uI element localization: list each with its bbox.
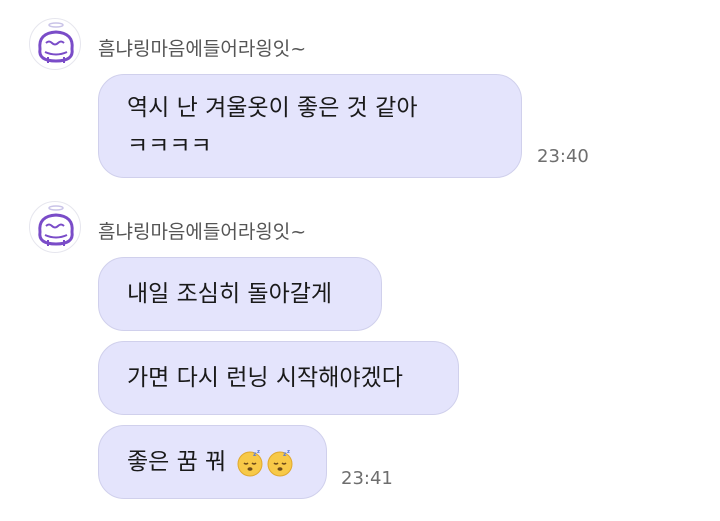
message-bubble[interactable]: 내일 조심히 돌아갈게 <box>98 257 382 331</box>
message-text: 내일 조심히 돌아갈게 <box>127 281 333 307</box>
svg-text:z: z <box>287 449 290 455</box>
avatar[interactable] <box>29 201 81 253</box>
sleeping-face-icon: z z <box>237 449 263 476</box>
message-bubble[interactable]: 좋은 꿈 꿔 z z z z <box>98 425 327 499</box>
message-text: 가면 다시 런닝 시작해야겠다 <box>127 365 403 391</box>
svg-text:z: z <box>257 449 260 455</box>
avatar[interactable] <box>29 18 81 70</box>
message-timestamp: 23:41 <box>341 468 393 489</box>
sender-name: 흠냐링마음에들어라읭잇~ <box>98 38 307 60</box>
avatar-character-icon <box>38 22 74 63</box>
message-text: 좋은 꿈 꿔 <box>127 449 227 475</box>
sender-name: 흠냐링마음에들어라읭잇~ <box>98 221 307 243</box>
message-bubble[interactable]: 역시 난 겨울옷이 좋은 것 같아 ㅋㅋㅋㅋ <box>98 74 522 178</box>
message-timestamp: 23:40 <box>537 146 589 167</box>
avatar-character-icon <box>38 205 74 246</box>
sleeping-face-icon: z z <box>267 449 293 476</box>
message-text: 역시 난 겨울옷이 좋은 것 같아 <box>127 95 418 121</box>
message-text: ㅋㅋㅋㅋ <box>127 133 212 159</box>
message-bubble[interactable]: 가면 다시 런닝 시작해야겠다 <box>98 341 459 415</box>
